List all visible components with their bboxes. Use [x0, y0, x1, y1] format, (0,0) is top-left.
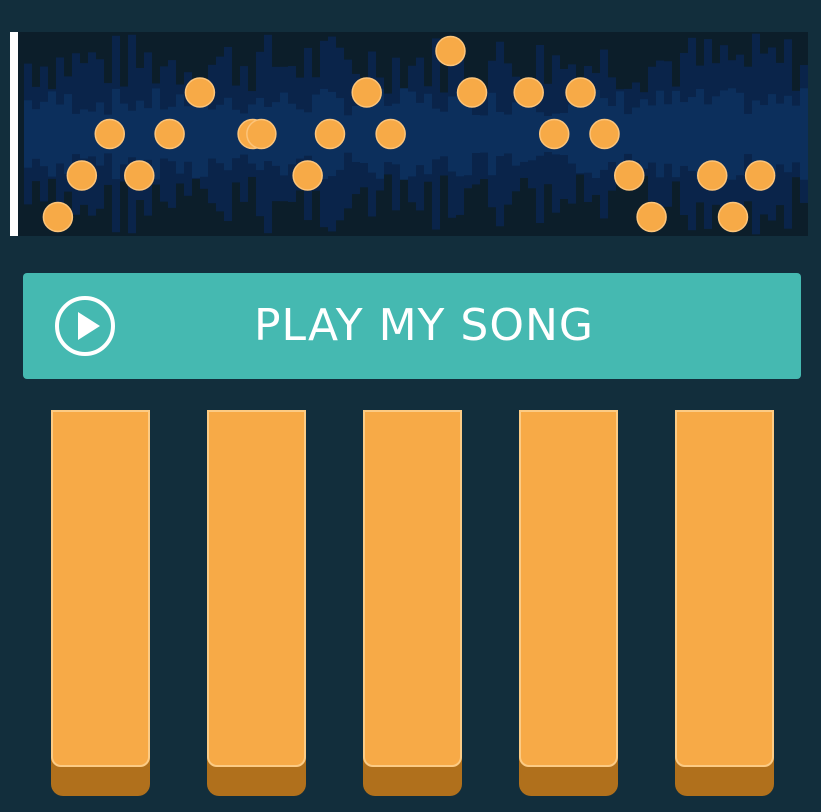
- pad-2[interactable]: [207, 410, 306, 796]
- pad-5[interactable]: [675, 410, 774, 796]
- pad-face: [675, 410, 774, 767]
- play-button-label: PLAY MY SONG: [253, 300, 594, 351]
- pad-face: [207, 410, 306, 767]
- play-my-song-button[interactable]: PLAY MY SONG: [23, 273, 801, 379]
- pad-face: [363, 410, 462, 767]
- note-dot: [613, 160, 645, 191]
- note-dot: [66, 160, 98, 191]
- pad-4[interactable]: [519, 410, 618, 796]
- game-screen: PLAY MY SONG: [0, 0, 821, 812]
- pad-face: [51, 410, 150, 767]
- note-dot: [435, 35, 466, 67]
- pad-1[interactable]: [51, 410, 150, 796]
- note-dot: [246, 118, 277, 150]
- playhead: [10, 32, 18, 236]
- note-dot: [375, 118, 406, 150]
- note-dot: [538, 118, 570, 150]
- note-dot: [154, 118, 185, 150]
- note-dot: [184, 77, 216, 108]
- note-track: [10, 32, 808, 236]
- note-dot: [314, 118, 346, 150]
- note-dot: [292, 160, 323, 191]
- note-dot: [94, 118, 125, 150]
- note-dot: [636, 201, 667, 233]
- note-dot: [717, 201, 749, 233]
- note-dot: [696, 160, 728, 191]
- pad-face: [519, 410, 618, 767]
- note-dot: [513, 77, 544, 108]
- note-dot: [456, 77, 488, 108]
- note-dot: [124, 160, 155, 191]
- note-dot: [42, 201, 74, 233]
- note-dot: [565, 77, 596, 108]
- note-dot: [351, 77, 382, 108]
- pad-3[interactable]: [363, 410, 462, 796]
- waveform-and-notes: [24, 33, 808, 235]
- waveform: [24, 33, 808, 235]
- note-dot: [589, 118, 620, 150]
- note-dot: [744, 160, 776, 191]
